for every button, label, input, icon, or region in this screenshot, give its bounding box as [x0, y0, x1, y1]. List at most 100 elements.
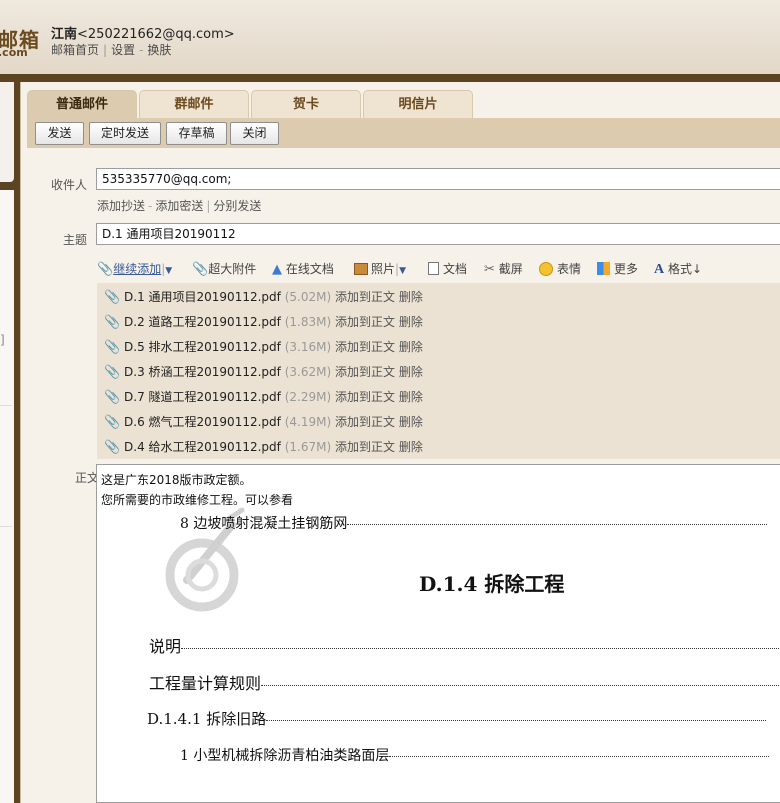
add-to-body-link[interactable]: 添加到正文: [335, 415, 395, 429]
more-label: 更多: [614, 262, 639, 276]
separator: -: [148, 199, 153, 213]
delete-attachment-link[interactable]: 删除: [399, 340, 423, 354]
toc-entry-text: 8 边坡喷射混凝土挂钢筋网: [180, 516, 348, 532]
timed-send-button[interactable]: 定时发送: [89, 122, 161, 145]
attachment-size: (1.83M): [284, 315, 332, 329]
subject-field[interactable]: D.1 通用项目20190112: [96, 223, 780, 245]
screenshot-button[interactable]: ✂ 截屏: [484, 260, 523, 279]
add-to-body-link[interactable]: 添加到正文: [335, 390, 395, 404]
format-button[interactable]: A 格式↓: [654, 260, 702, 279]
tab-greeting-card[interactable]: 贺卡: [251, 90, 361, 118]
separate-send-link[interactable]: 分别发送: [213, 199, 261, 213]
paperclip-icon: 📎: [104, 365, 121, 380]
frame-top-bar: [0, 74, 780, 82]
format-label: 格式↓: [667, 262, 703, 276]
compose-tabs: 普通邮件 群邮件 贺卡 明信片: [21, 82, 780, 118]
tab-normal-mail[interactable]: 普通邮件: [27, 90, 137, 118]
add-to-body-link[interactable]: 添加到正文: [335, 340, 395, 354]
toc-entry-text: 1 小型机械拆除沥青柏油类路面层: [180, 748, 390, 764]
document-label: 文档: [443, 262, 468, 276]
attachment-name[interactable]: D.1 通用项目20190112.pdf: [124, 290, 281, 304]
left-panel-top: [0, 82, 14, 182]
add-to-body-link[interactable]: 添加到正文: [335, 365, 395, 379]
toc-dots: [266, 720, 767, 721]
toc-dots: [181, 648, 780, 649]
body-label: 正文: [74, 471, 99, 485]
attachment-list: 📎 D.1 通用项目20190112.pdf (5.02M) 添加到正文 删除 …: [97, 283, 780, 459]
delete-attachment-link[interactable]: 删除: [399, 315, 423, 329]
attachment-item: 📎 D.5 排水工程20190112.pdf (3.16M) 添加到正文 删除: [104, 336, 423, 358]
toc-entry-text: 说明: [149, 637, 182, 656]
grid-icon: [597, 262, 610, 275]
paperclip-icon: 📎: [97, 262, 114, 277]
dropdown-arrow-icon[interactable]: ▼: [399, 266, 406, 276]
doc-heading: D.1.4 拆除工程: [419, 572, 565, 596]
header-links: 邮箱首页 | 设置 - 换肤: [51, 41, 171, 58]
attachment-name[interactable]: D.4 给水工程20190112.pdf: [124, 440, 281, 454]
delete-attachment-link[interactable]: 删除: [399, 415, 423, 429]
body-editor[interactable]: 这是广东2018版市政定额。 您所需要的市政维修工程。可以参看 8 边坡喷射混凝…: [96, 464, 780, 803]
dropdown-arrow-icon[interactable]: ▼: [165, 266, 172, 276]
more-button[interactable]: 更多: [597, 260, 638, 278]
close-button[interactable]: 关闭: [230, 122, 279, 145]
toc-entry: 8 边坡喷射混凝土挂钢筋网: [180, 513, 768, 533]
separator: |: [103, 43, 108, 57]
save-draft-button[interactable]: 存草稿: [166, 122, 227, 145]
screenshot-label: 截屏: [498, 262, 523, 276]
attachment-name[interactable]: D.6 燃气工程20190112.pdf: [124, 415, 281, 429]
attachment-item: 📎 D.3 桥涵工程20190112.pdf (3.62M) 添加到正文 删除: [104, 361, 423, 383]
online-doc-button[interactable]: ▲ 在线文档: [272, 260, 334, 279]
subject-value: D.1 通用项目20190112: [102, 227, 236, 241]
add-to-body-link[interactable]: 添加到正文: [335, 440, 395, 454]
mailbox-home-link[interactable]: 邮箱首页: [51, 43, 99, 57]
photo-button[interactable]: 照片|▼: [354, 260, 406, 280]
separator: |: [206, 199, 211, 213]
add-bcc-link[interactable]: 添加密送: [155, 199, 203, 213]
scissors-icon: ✂: [484, 262, 495, 277]
recipient-options: 添加抄送 - 添加密送 | 分别发送: [97, 197, 261, 214]
toc-entry-text: D.1.4.1 拆除旧路: [147, 710, 267, 728]
settings-link[interactable]: 设置: [111, 43, 135, 57]
paperclip-icon: 📎: [104, 315, 121, 330]
attachment-item: 📎 D.7 隧道工程20190112.pdf (2.29M) 添加到正文 删除: [104, 386, 423, 408]
add-cc-link[interactable]: 添加抄送: [97, 199, 145, 213]
change-skin-link[interactable]: 换肤: [147, 43, 171, 57]
delete-attachment-link[interactable]: 删除: [399, 290, 423, 304]
large-attachment-button[interactable]: 📎超大附件: [192, 260, 256, 279]
tab-group-mail[interactable]: 群邮件: [139, 90, 249, 118]
photo-label: 照片: [371, 262, 396, 276]
delete-attachment-link[interactable]: 删除: [399, 390, 423, 404]
emoji-button[interactable]: 表情: [539, 260, 581, 278]
left-panel-folders: [0, 190, 14, 803]
compose-toolbar: 发送 定时发送 存草稿 关闭: [27, 118, 780, 148]
header: 邮箱 .com 江南<250221662@qq.com> 邮箱首页 | 设置 - 换肤: [0, 0, 780, 74]
add-to-body-link[interactable]: 添加到正文: [335, 290, 395, 304]
online-doc-icon: ▲: [272, 262, 282, 277]
attachment-size: (4.19M): [284, 415, 332, 429]
attachment-size: (1.67M): [284, 440, 332, 454]
delete-attachment-link[interactable]: 删除: [399, 440, 423, 454]
paperclip-icon: 📎: [104, 415, 121, 430]
left-panel-bracket: ]: [0, 333, 5, 347]
attachment-item: 📎 D.6 燃气工程20190112.pdf (4.19M) 添加到正文 删除: [104, 411, 423, 433]
send-button[interactable]: 发送: [35, 122, 84, 145]
continue-add-button[interactable]: 📎继续添加|▼: [97, 260, 172, 280]
large-attachment-label: 超大附件: [208, 262, 257, 276]
attachment-name[interactable]: D.3 桥涵工程20190112.pdf: [124, 365, 281, 379]
document-button[interactable]: 文档: [428, 260, 467, 278]
attachment-item: 📎 D.4 给水工程20190112.pdf (1.67M) 添加到正文 删除: [104, 436, 423, 458]
add-to-body-link[interactable]: 添加到正文: [335, 315, 395, 329]
paperclip-icon: 📎: [104, 440, 121, 455]
toc-dots: [261, 685, 780, 686]
attachment-name[interactable]: D.7 隧道工程20190112.pdf: [124, 390, 281, 404]
recipient-field[interactable]: 535335770@qq.com;: [96, 168, 780, 190]
attachment-size: (5.02M): [284, 290, 332, 304]
tab-postcard[interactable]: 明信片: [363, 90, 473, 118]
attachment-name[interactable]: D.2 道路工程20190112.pdf: [124, 315, 281, 329]
document-icon: [428, 262, 439, 275]
attachment-name[interactable]: D.5 排水工程20190112.pdf: [124, 340, 281, 354]
smiley-icon: [539, 262, 553, 276]
attachment-size: (3.62M): [284, 365, 332, 379]
subject-label: 主题: [62, 233, 87, 247]
delete-attachment-link[interactable]: 删除: [399, 365, 423, 379]
